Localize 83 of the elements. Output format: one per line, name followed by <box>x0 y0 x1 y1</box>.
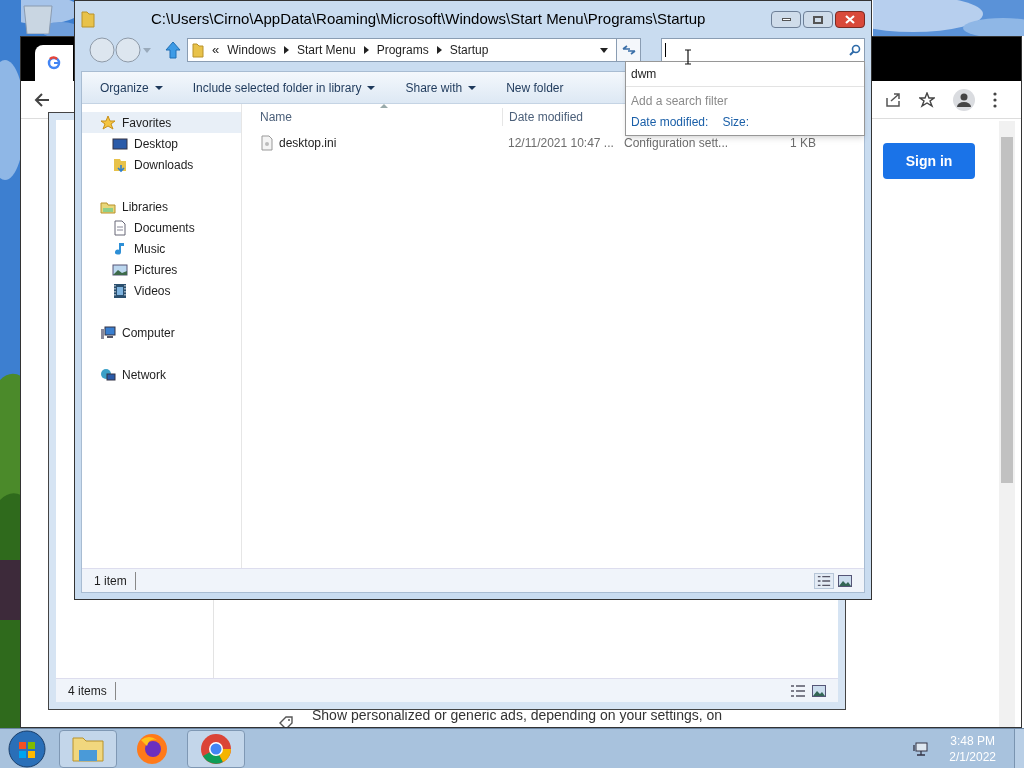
filter-hint: Add a search filter <box>630 93 729 110</box>
column-header[interactable]: Date modified <box>502 108 622 126</box>
item-count: 4 items <box>68 681 116 700</box>
file-name[interactable]: desktop.ini <box>279 134 337 152</box>
search-suggestion[interactable]: dwm <box>626 62 864 87</box>
toolbar-button[interactable]: New folder <box>506 78 564 97</box>
details-view-icon[interactable] <box>814 572 834 589</box>
up-arrow-icon[interactable] <box>165 41 181 59</box>
dropdown-arrow-icon[interactable] <box>600 47 608 53</box>
search-icon <box>849 44 861 56</box>
taskbar-button[interactable] <box>187 729 245 768</box>
nav-item[interactable]: Pictures <box>82 259 241 280</box>
star-icon[interactable] <box>919 91 935 108</box>
document-icon <box>112 219 128 236</box>
close-icon <box>845 15 855 24</box>
toolbar-button[interactable]: Organize <box>100 78 163 97</box>
search-filter-link[interactable]: Date modified: <box>631 113 709 131</box>
download-icon <box>112 156 128 173</box>
network-icon <box>100 366 116 383</box>
folder-icon <box>192 42 204 58</box>
breadcrumb-item[interactable]: Windows <box>227 41 276 59</box>
chevron-icon[interactable] <box>363 46 369 54</box>
network-icon[interactable] <box>913 740 930 757</box>
back-arrow-icon[interactable] <box>33 91 51 108</box>
dropdown-arrow-icon <box>468 85 477 90</box>
search-field[interactable] <box>661 38 865 62</box>
nav-item[interactable]: Computer <box>82 322 241 343</box>
nav-item[interactable]: Music <box>82 238 241 259</box>
start-button-icon[interactable] <box>8 729 46 768</box>
overflow-chevron[interactable]: « <box>212 40 220 60</box>
details-view-icon[interactable] <box>790 683 806 698</box>
file-type: Configuration sett... <box>623 135 730 152</box>
file-date: 12/11/2021 10:47 ... <box>507 135 615 152</box>
toolbar-button[interactable]: Share with <box>405 78 477 97</box>
menu-icon[interactable] <box>993 91 997 108</box>
chevron-icon[interactable] <box>436 46 442 54</box>
window-title: C:\Users\Cirno\AppData\Roaming\Microsoft\Windows\Start Menu\Programs\Startup <box>151 8 706 29</box>
nav-item[interactable]: Videos <box>82 280 241 301</box>
nav-item[interactable]: Downloads <box>82 154 241 175</box>
close-button[interactable] <box>835 11 865 28</box>
minimize-button[interactable] <box>771 11 801 28</box>
breadcrumb-item[interactable]: Start Menu <box>296 41 356 59</box>
sign-in-button[interactable]: Sign in <box>883 143 975 179</box>
tag-icon <box>279 716 293 727</box>
clock-time: 3:48 PM <box>950 732 995 749</box>
search-filter-link[interactable]: Size: <box>722 113 750 131</box>
preview-view-icon[interactable] <box>838 574 852 587</box>
breadcrumb-item[interactable]: Programs <box>376 41 429 59</box>
refresh-icon <box>621 44 636 56</box>
nav-item[interactable]: Favorites <box>82 112 241 133</box>
sort-arrow-icon <box>380 104 388 108</box>
star-icon <box>100 114 116 131</box>
computer-icon <box>100 324 116 341</box>
clock-date: 2/1/2022 <box>949 748 996 765</box>
pictures-icon <box>112 261 128 278</box>
folder-icon <box>81 10 95 28</box>
item-count: 1 item <box>94 571 136 590</box>
text-cursor-icon <box>684 49 692 65</box>
address-bar[interactable]: « Windows Start Menu Programs Startup <box>187 38 641 62</box>
profile-icon[interactable] <box>953 88 975 111</box>
google-logo-icon <box>47 56 61 70</box>
refresh-button[interactable] <box>616 39 640 61</box>
scrollbar[interactable] <box>999 121 1015 727</box>
file-size: 1 KB <box>789 135 816 152</box>
breadcrumb-item[interactable]: Startup <box>449 41 489 59</box>
dropdown-arrow-icon <box>154 85 163 90</box>
preview-view-icon[interactable] <box>812 684 826 697</box>
browser-tab[interactable] <box>35 45 73 81</box>
column-header[interactable]: Name <box>242 108 502 126</box>
settings-file-icon <box>260 135 274 151</box>
ad-text: Show personalized or generic ads, depending on your settings, on <box>312 706 723 725</box>
nav-item[interactable]: Documents <box>82 217 241 238</box>
maximize-button[interactable] <box>803 11 833 28</box>
dropdown-arrow-icon <box>367 85 376 90</box>
nav-item[interactable]: Desktop <box>82 133 241 154</box>
videos-icon <box>112 282 128 299</box>
nav-item[interactable]: Libraries <box>82 196 241 217</box>
chevron-icon[interactable] <box>283 46 289 54</box>
nav-item[interactable]: Network <box>82 364 241 385</box>
recycle-bin-icon[interactable] <box>20 4 56 34</box>
share-icon[interactable] <box>885 91 901 108</box>
desktop-icon <box>112 135 128 152</box>
toolbar-button[interactable]: Include selected folder in library <box>192 78 376 97</box>
